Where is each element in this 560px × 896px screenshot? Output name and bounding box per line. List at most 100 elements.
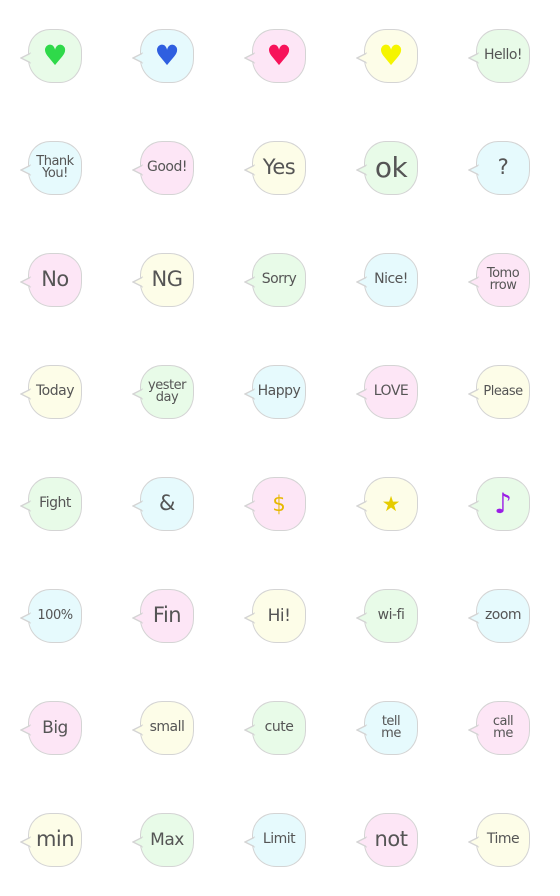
bubble-tail [356,500,368,512]
sticker-label: 100% [37,607,73,623]
sticker-label: ok [374,150,408,184]
bubble-tail [356,164,368,176]
speech-bubble: ♪ [468,477,530,531]
sticker-cell[interactable]: Please [444,336,556,448]
sticker-cell[interactable]: Max [108,784,220,896]
sticker-label: & [159,491,175,516]
speech-bubble: ok [356,141,418,195]
speech-bubble: Nice! [356,253,418,307]
bubble-tail [132,612,144,624]
sticker-cell[interactable]: Yes [220,112,332,224]
bubble-tail [356,836,368,848]
bubble-tail [132,724,144,736]
sticker-cell[interactable]: call me [444,672,556,784]
sticker-label: ? [497,155,509,180]
star-icon: ★ [381,491,401,516]
sticker-cell[interactable]: Happy [220,336,332,448]
bubble-tail [468,500,480,512]
bubble-tail [356,52,368,64]
sticker-label: min [35,827,75,852]
bubble-tail [244,612,256,624]
sticker-cell[interactable]: Hello! [444,0,556,112]
sticker-cell[interactable]: ♥ [220,0,332,112]
sticker-cell[interactable]: ♥ [0,0,108,112]
speech-bubble: yester day [132,365,194,419]
sticker-cell[interactable]: ok [332,112,444,224]
sticker-cell[interactable]: 100% [0,560,108,672]
heart-icon: ♥ [42,39,68,72]
sticker-label: zoom [484,607,522,624]
bubble-tail [468,836,480,848]
speech-bubble: cute [244,701,306,755]
bubble-tail [20,52,32,64]
bubble-tail [244,164,256,176]
sticker-cell[interactable]: Tomo rrow [444,224,556,336]
speech-bubble: ★ [356,477,418,531]
sticker-cell[interactable]: small [108,672,220,784]
sticker-label: Limit [262,831,296,848]
sticker-cell[interactable]: No [0,224,108,336]
sticker-label: Sorry [261,271,297,288]
sticker-cell[interactable]: Big [0,672,108,784]
sticker-cell[interactable]: Today [0,336,108,448]
sticker-cell[interactable]: yester day [108,336,220,448]
sticker-cell[interactable]: LOVE [332,336,444,448]
bubble-tail [20,164,32,176]
sticker-label: Big [42,717,68,738]
speech-bubble: NG [132,253,194,307]
sticker-cell[interactable]: $ [220,448,332,560]
bubble-tail [20,836,32,848]
sticker-cell[interactable]: Nice! [332,224,444,336]
sticker-cell[interactable]: zoom [444,560,556,672]
sticker-cell[interactable]: ♥ [332,0,444,112]
sticker-cell[interactable]: wi-fi [332,560,444,672]
sticker-cell[interactable]: & [108,448,220,560]
sticker-label: Thank You! [36,153,74,181]
sticker-cell[interactable]: Fight [0,448,108,560]
bubble-tail [132,52,144,64]
bubble-tail [20,276,32,288]
speech-bubble: Today [20,365,82,419]
bubble-tail [468,724,480,736]
speech-bubble: zoom [468,589,530,643]
sticker-label: Happy [257,383,301,400]
speech-bubble: Sorry [244,253,306,307]
bubble-tail [468,52,480,64]
sticker-label: not [374,827,408,852]
sticker-cell[interactable]: ★ [332,448,444,560]
sticker-label: small [149,719,185,736]
sticker-label: Fight [39,495,71,512]
speech-bubble: Tomo rrow [468,253,530,307]
sticker-cell[interactable]: Time [444,784,556,896]
speech-bubble: small [132,701,194,755]
bubble-tail [468,164,480,176]
sticker-cell[interactable]: NG [108,224,220,336]
sticker-label: tell me [381,713,401,741]
sticker-grid: ♥ ♥ ♥ ♥ Hello! Thank You! Good! Yes ok? No NG Sorry… [0,0,560,896]
speech-bubble: Thank You! [20,141,82,195]
sticker-cell[interactable]: Hi! [220,560,332,672]
heart-icon: ♥ [154,39,180,72]
sticker-cell[interactable]: Good! [108,112,220,224]
sticker-label: Max [150,829,184,850]
speech-bubble: Hello! [468,29,530,83]
sticker-cell[interactable]: ♥ [108,0,220,112]
dollar-icon: $ [272,491,286,516]
sticker-label: Time [486,831,520,848]
sticker-cell[interactable]: tell me [332,672,444,784]
sticker-cell[interactable]: min [0,784,108,896]
sticker-cell[interactable]: ♪ [444,448,556,560]
sticker-cell[interactable]: not [332,784,444,896]
sticker-label: cute [264,719,294,736]
sticker-label: Please [483,383,523,399]
sticker-cell[interactable]: cute [220,672,332,784]
sticker-cell[interactable]: Limit [220,784,332,896]
speech-bubble: min [20,813,82,867]
bubble-tail [132,276,144,288]
sticker-cell[interactable]: Sorry [220,224,332,336]
bubble-tail [244,500,256,512]
speech-bubble: tell me [356,701,418,755]
sticker-cell[interactable]: Thank You! [0,112,108,224]
sticker-cell[interactable]: ? [444,112,556,224]
sticker-cell[interactable]: Fin [108,560,220,672]
